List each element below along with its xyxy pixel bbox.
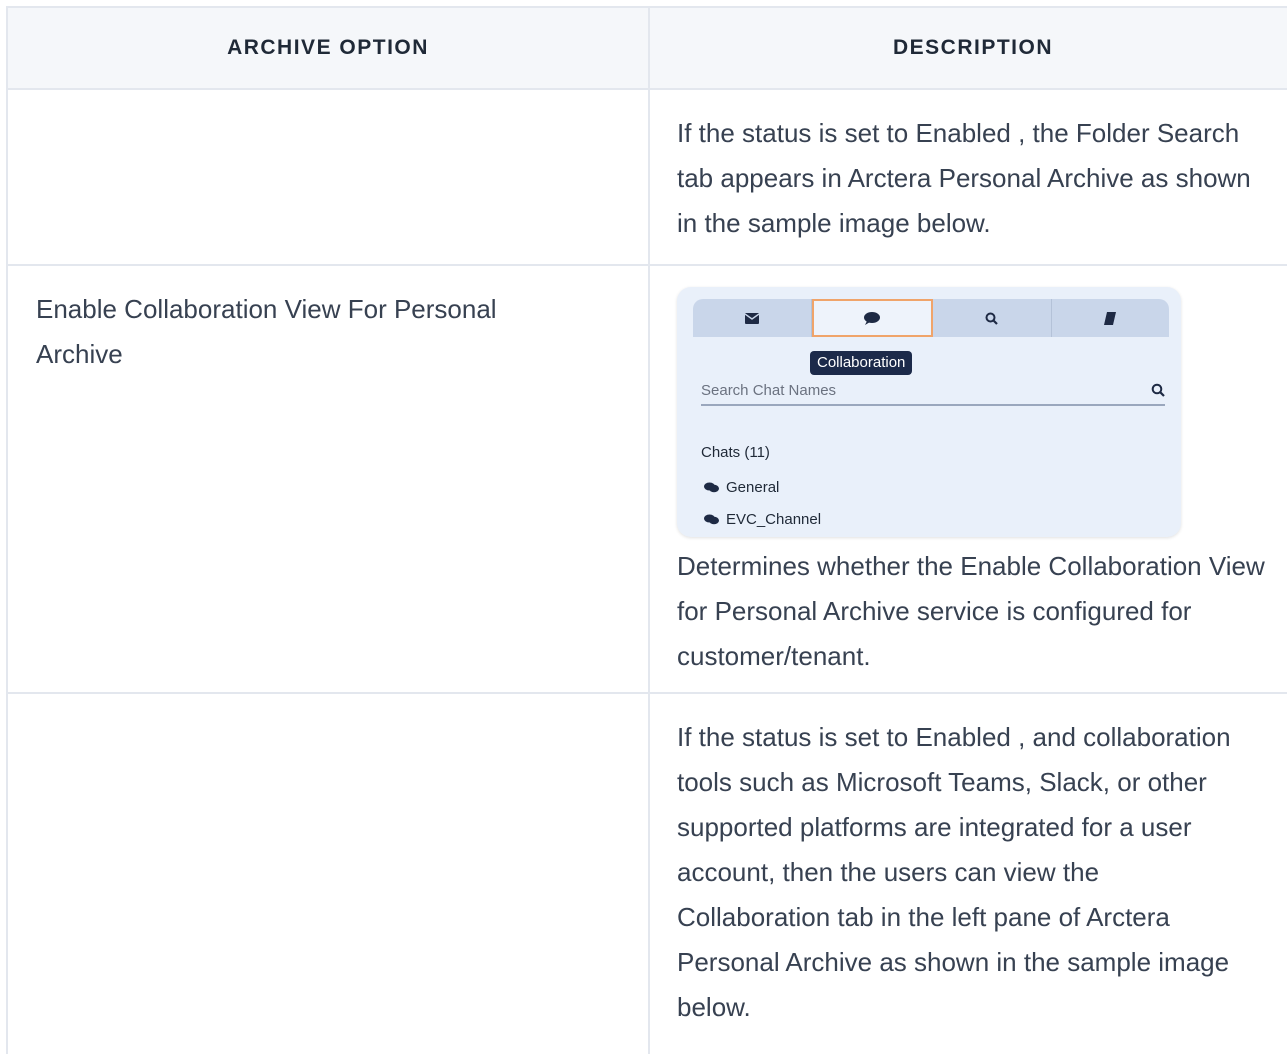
sample-tab-search	[933, 299, 1052, 337]
sample-tab-bar	[693, 299, 1169, 337]
description-text: Determines whether the Enable Collaborat…	[677, 551, 1265, 671]
table-header-row: ARCHIVE OPTION DESCRIPTION	[8, 8, 1287, 90]
search-icon	[1151, 383, 1165, 397]
table-row: Enable Collaboration View For Personal A…	[8, 266, 1287, 694]
description-text: If the status is set to Enabled , and co…	[677, 722, 1231, 1022]
chats-icon	[704, 514, 719, 525]
chats-icon	[704, 482, 719, 493]
description-text: If the status is set to Enabled , the Fo…	[677, 118, 1251, 238]
search-icon	[985, 312, 999, 325]
chat-name: EVC_Channel	[726, 511, 822, 528]
chat-bubble-icon	[864, 311, 881, 325]
sample-search-field: Search Chat Names	[701, 376, 1165, 406]
description-cell: If the status is set to Enabled , and co…	[650, 694, 1287, 1054]
option-text: Enable Collaboration View For Personal A…	[36, 294, 497, 369]
book-icon	[1104, 311, 1117, 325]
option-cell	[8, 694, 650, 1054]
collaboration-sample-image: Collaboration Search Chat Names Chats (1…	[677, 287, 1181, 537]
sample-search-placeholder: Search Chat Names	[701, 381, 837, 399]
description-cell: Collaboration Search Chat Names Chats (1…	[650, 266, 1287, 692]
description-cell: If the status is set to Enabled , the Fo…	[650, 90, 1287, 264]
envelope-icon	[744, 312, 759, 324]
archive-options-table: ARCHIVE OPTION DESCRIPTION If the status…	[6, 6, 1287, 1054]
header-description: DESCRIPTION	[650, 8, 1287, 88]
sample-tab-book	[1052, 299, 1170, 337]
option-cell: Enable Collaboration View For Personal A…	[8, 266, 650, 692]
table-row: If the status is set to Enabled , and co…	[8, 694, 1287, 1054]
header-archive-option: ARCHIVE OPTION	[8, 8, 650, 88]
sample-tab-collaboration	[811, 299, 933, 337]
sample-tab-mail	[693, 299, 812, 337]
option-cell	[8, 90, 650, 264]
table-row: If the status is set to Enabled , the Fo…	[8, 90, 1287, 266]
sample-chat-item: EVC_Channel	[704, 497, 821, 537]
